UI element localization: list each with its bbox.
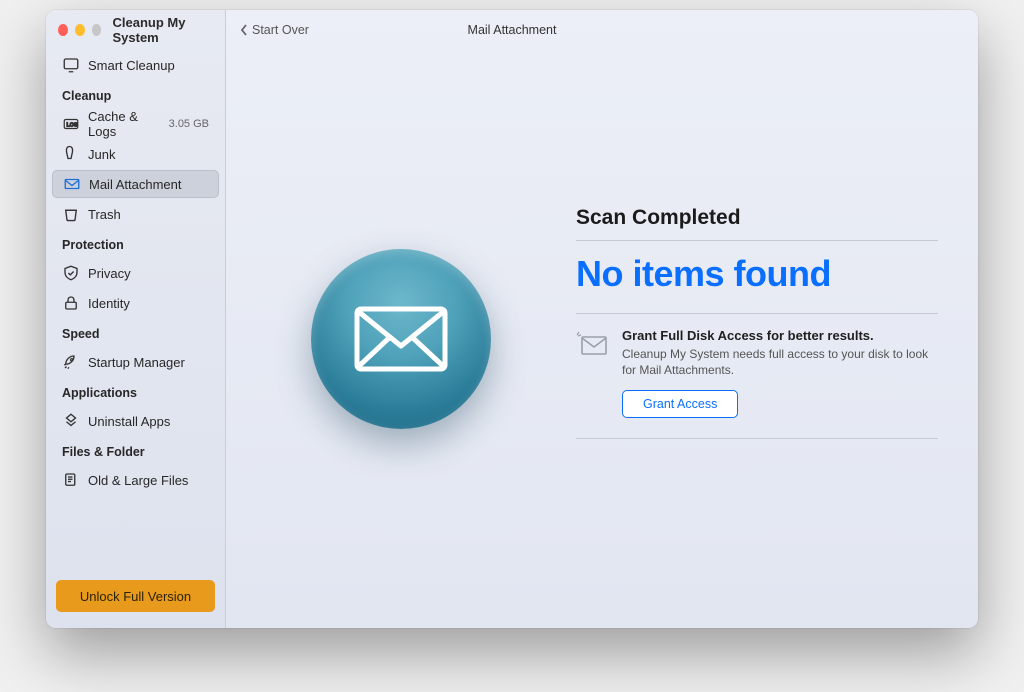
section-header-protection: Protection: [52, 230, 219, 257]
titlebar: Cleanup My System: [46, 10, 225, 50]
envelope-icon: [354, 306, 448, 372]
access-envelope-icon: [576, 328, 610, 418]
trash-icon: [62, 205, 80, 223]
main-panel: Start Over Mail Attachment Scan Complete…: [226, 10, 978, 628]
sidebar-item-startup[interactable]: Startup Manager: [52, 348, 219, 376]
broom-icon: [62, 145, 80, 163]
files-icon: [62, 471, 80, 489]
scan-heading: Scan Completed: [576, 206, 938, 240]
sidebar-item-label: Trash: [88, 207, 209, 222]
main-titlebar: Start Over Mail Attachment: [226, 10, 978, 50]
sidebar-item-label: Privacy: [88, 266, 209, 281]
envelope-icon: [63, 175, 81, 193]
sidebar-item-privacy[interactable]: Privacy: [52, 259, 219, 287]
chevron-left-icon: [240, 24, 248, 36]
sidebar-item-label: Cache & Logs: [88, 109, 161, 139]
sidebar-item-junk[interactable]: Junk: [52, 140, 219, 168]
unlock-full-version-button[interactable]: Unlock Full Version: [56, 580, 215, 612]
sidebar-item-label: Identity: [88, 296, 209, 311]
content: Scan Completed No items found Grant Full…: [226, 50, 978, 628]
sidebar-item-identity[interactable]: Identity: [52, 289, 219, 317]
sidebar-item-uninstall[interactable]: Uninstall Apps: [52, 407, 219, 435]
app-title: Cleanup My System: [112, 15, 213, 45]
app-window: Cleanup My System Smart Cleanup Cleanup …: [46, 10, 978, 628]
sidebar-item-label: Startup Manager: [88, 355, 209, 370]
no-items-text: No items found: [576, 241, 938, 313]
maximize-icon[interactable]: [92, 24, 102, 36]
sidebar-item-trash[interactable]: Trash: [52, 200, 219, 228]
sidebar-item-label: Old & Large Files: [88, 473, 209, 488]
sidebar-item-label: Uninstall Apps: [88, 414, 209, 429]
access-title: Grant Full Disk Access for better result…: [622, 328, 938, 343]
rocket-icon: [62, 353, 80, 371]
sidebar-item-oldlarge[interactable]: Old & Large Files: [52, 466, 219, 494]
illustration-column: [226, 50, 576, 628]
access-desc: Cleanup My System needs full access to y…: [622, 346, 938, 378]
start-over-button[interactable]: Start Over: [240, 23, 309, 37]
grant-access-button[interactable]: Grant Access: [622, 390, 738, 418]
shield-icon: [62, 264, 80, 282]
sidebar-item-cache[interactable]: LOG Cache & Logs 3.05 GB: [52, 110, 219, 138]
section-header-applications: Applications: [52, 378, 219, 405]
mail-illustration: [311, 249, 491, 429]
divider: [576, 438, 938, 439]
sidebar-item-label: Smart Cleanup: [88, 58, 209, 73]
sidebar-item-label: Junk: [88, 147, 209, 162]
back-label: Start Over: [252, 23, 309, 37]
access-box: Grant Full Disk Access for better result…: [576, 314, 938, 438]
svg-text:LOG: LOG: [67, 122, 78, 128]
sidebar-item-smart-cleanup[interactable]: Smart Cleanup: [52, 51, 219, 79]
result-column: Scan Completed No items found Grant Full…: [576, 50, 978, 628]
access-text: Grant Full Disk Access for better result…: [622, 328, 938, 418]
sidebar: Cleanup My System Smart Cleanup Cleanup …: [46, 10, 226, 628]
close-icon[interactable]: [58, 24, 68, 36]
log-icon: LOG: [62, 115, 80, 133]
section-header-cleanup: Cleanup: [52, 81, 219, 108]
page-title: Mail Attachment: [468, 23, 557, 37]
sidebar-item-label: Mail Attachment: [89, 177, 208, 192]
lock-icon: [62, 294, 80, 312]
section-header-files: Files & Folder: [52, 437, 219, 464]
section-header-speed: Speed: [52, 319, 219, 346]
sidebar-item-mail-attachment[interactable]: Mail Attachment: [52, 170, 219, 198]
monitor-icon: [62, 56, 80, 74]
minimize-icon[interactable]: [75, 24, 85, 36]
sidebar-item-meta: 3.05 GB: [169, 118, 209, 130]
apps-icon: [62, 412, 80, 430]
